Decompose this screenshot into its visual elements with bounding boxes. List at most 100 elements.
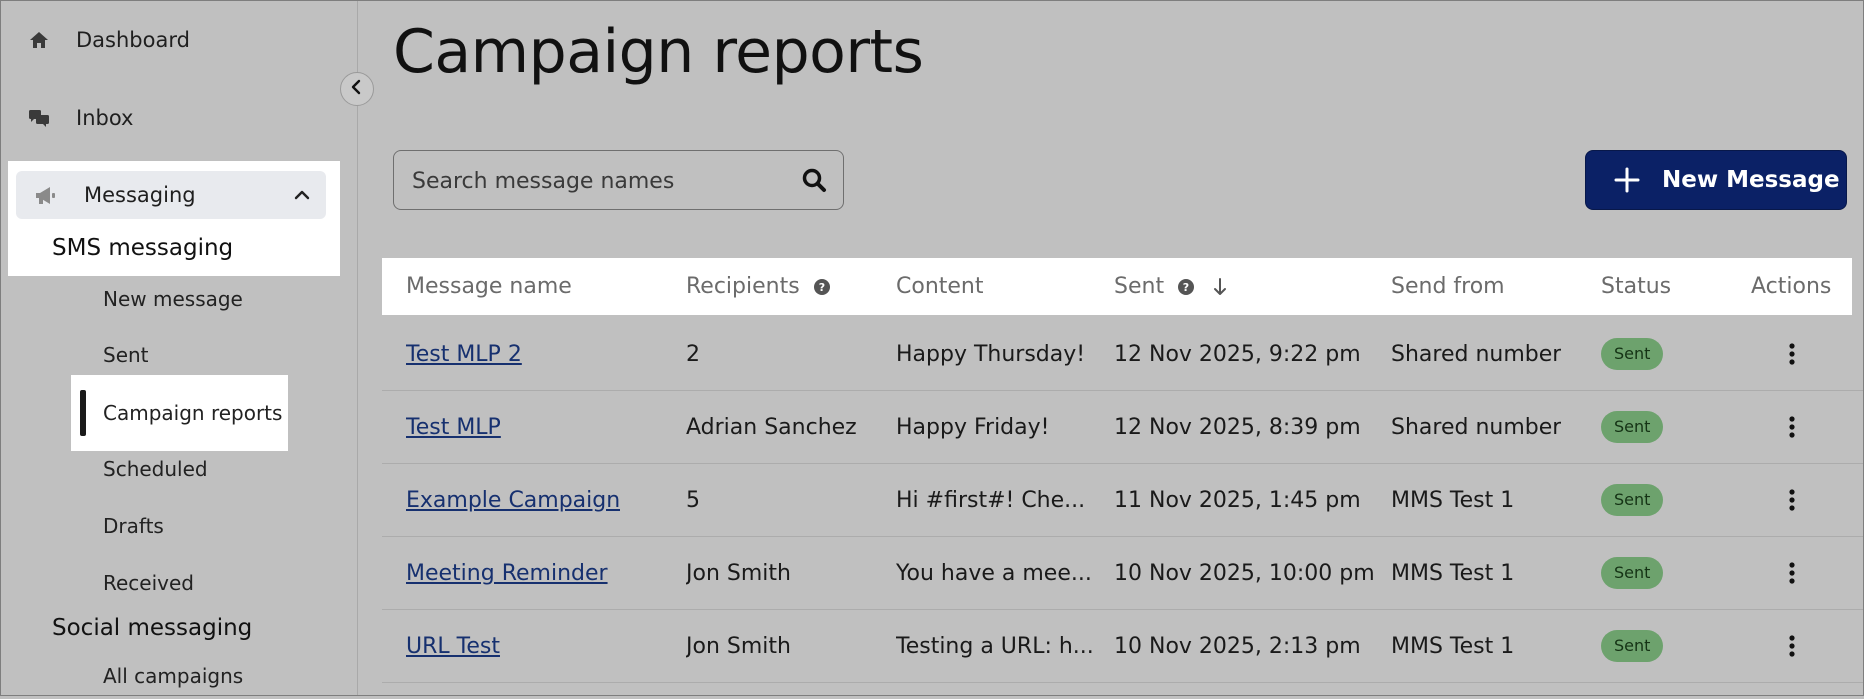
sidebar-item-all-campaigns[interactable]: All campaigns [0, 653, 357, 699]
sidebar-item-scheduled[interactable]: Scheduled [0, 446, 357, 492]
column-header-send-from[interactable]: Send from [1391, 258, 1505, 315]
message-name-link[interactable]: Example Campaign [406, 488, 620, 513]
recipients-cell: 2 [686, 341, 700, 367]
message-name-cell: URL Test [406, 610, 500, 682]
message-name-link[interactable]: Meeting Reminder [406, 561, 608, 586]
column-header-sent[interactable]: Sent ? [1114, 258, 1228, 315]
column-header-recipients[interactable]: Recipients ? [686, 258, 830, 315]
send-from-cell: MMS Test 1 [1391, 560, 1515, 586]
sidebar-item-messaging[interactable]: Messaging [16, 171, 326, 219]
page-title: Campaign reports [393, 17, 924, 87]
sidebar-item-sent[interactable]: Sent [0, 332, 357, 378]
message-name-link[interactable]: URL Test [406, 634, 500, 659]
table-row: Test MLP 2 2 Happy Thursday! 12 Nov 2025… [382, 318, 1864, 391]
content-cell: Happy Friday! [896, 414, 1050, 440]
header-label: Send from [1391, 274, 1505, 299]
actions-cell [1780, 391, 1804, 463]
message-name-cell: Example Campaign [406, 464, 620, 536]
actions-cell [1780, 537, 1804, 609]
search-icon[interactable] [801, 167, 827, 193]
status-badge: Sent [1601, 484, 1664, 516]
message-name-cell: Meeting Reminder [406, 537, 608, 609]
header-label: Message name [406, 274, 572, 299]
header-label: Actions [1751, 274, 1832, 299]
sidebar-item-label: Drafts [103, 514, 164, 538]
send-from-cell: MMS Test 1 [1391, 487, 1515, 513]
send-from-cell: Shared number [1391, 414, 1562, 440]
search-input[interactable] [410, 151, 784, 211]
status-badge: Sent [1601, 338, 1664, 370]
status-badge: Sent [1601, 557, 1664, 589]
status-cell: Sent [1601, 391, 1664, 463]
sidebar-item-label: Dashboard [76, 28, 190, 52]
send-from-cell: MMS Test 1 [1391, 633, 1515, 659]
column-header-actions: Actions [1751, 258, 1831, 315]
content-cell: Hi #first#! Che... [896, 487, 1086, 513]
table-row: URL Test Jon Smith Testing a URL: h... 1… [382, 610, 1864, 683]
sidebar-item-received[interactable]: Received [0, 560, 357, 606]
sms-messaging-heading: SMS messaging [52, 235, 234, 261]
more-actions-icon[interactable] [1780, 338, 1804, 370]
help-icon[interactable]: ? [813, 278, 830, 295]
header-label: Sent [1114, 274, 1165, 299]
sidebar-item-label: Messaging [84, 183, 196, 207]
actions-cell [1780, 610, 1804, 682]
more-actions-icon[interactable] [1780, 630, 1804, 662]
column-header-content[interactable]: Content [896, 258, 984, 315]
status-cell: Sent [1601, 318, 1664, 390]
active-indicator [80, 390, 86, 436]
message-name-cell: Test MLP [406, 391, 501, 463]
plus-icon [1614, 167, 1640, 193]
chevron-left-icon [349, 79, 365, 99]
more-actions-icon[interactable] [1780, 411, 1804, 443]
table-row: Example Campaign 5 Hi #first#! Che... 11… [382, 464, 1864, 537]
collapse-sidebar-button[interactable] [340, 72, 374, 106]
status-badge: Sent [1601, 630, 1664, 662]
message-name-cell: Test MLP 2 [406, 318, 522, 390]
new-message-label: New Message [1662, 167, 1840, 193]
sent-cell: 10 Nov 2025, 2:13 pm [1114, 633, 1361, 659]
content-cell: You have a mee... [896, 560, 1092, 586]
sidebar-item-label: Received [103, 571, 194, 595]
table-row: Meeting Reminder Jon Smith You have a me… [382, 537, 1864, 610]
more-actions-icon[interactable] [1780, 557, 1804, 589]
sent-cell: 11 Nov 2025, 1:45 pm [1114, 487, 1361, 513]
recipients-cell: Adrian Sanchez [686, 414, 857, 440]
actions-cell [1780, 464, 1804, 536]
header-label: Status [1601, 274, 1672, 299]
message-name-link[interactable]: Test MLP [406, 415, 501, 440]
search-box [393, 150, 844, 211]
status-badge: Sent [1601, 411, 1664, 443]
sent-cell: 12 Nov 2025, 9:22 pm [1114, 341, 1361, 367]
sidebar: Dashboard Inbox Messaging SMS messaging … [0, 0, 358, 696]
home-icon [28, 29, 50, 51]
sent-cell: 12 Nov 2025, 8:39 pm [1114, 414, 1361, 440]
column-header-message-name[interactable]: Message name [406, 258, 572, 315]
chevron-up-icon[interactable] [292, 185, 312, 205]
help-icon[interactable]: ? [1178, 278, 1195, 295]
message-name-link[interactable]: Test MLP 2 [406, 342, 522, 367]
header-label: Content [896, 274, 984, 299]
sidebar-item-new-message[interactable]: New message [0, 276, 357, 322]
sidebar-item-label: Sent [103, 343, 149, 367]
column-header-status[interactable]: Status [1601, 258, 1671, 315]
more-actions-icon[interactable] [1780, 484, 1804, 516]
megaphone-icon [34, 184, 58, 206]
recipients-cell: 5 [686, 487, 700, 513]
status-cell: Sent [1601, 464, 1664, 536]
svg-text:?: ? [818, 281, 824, 294]
content-cell: Testing a URL: h... [896, 633, 1094, 659]
actions-cell [1780, 318, 1804, 390]
new-message-button[interactable]: New Message [1585, 150, 1847, 210]
sidebar-item-label: Scheduled [103, 457, 208, 481]
sidebar-item-campaign-reports[interactable]: Campaign reports [71, 375, 288, 451]
content-cell: Happy Thursday! [896, 341, 1086, 367]
table-row: Test MLP Adrian Sanchez Happy Friday! 12… [382, 391, 1864, 464]
sidebar-item-drafts[interactable]: Drafts [0, 503, 357, 549]
sidebar-item-inbox[interactable]: Inbox [0, 92, 357, 144]
sort-descending-icon[interactable] [1212, 277, 1228, 297]
social-messaging-heading: Social messaging [52, 615, 253, 641]
sidebar-item-dashboard[interactable]: Dashboard [0, 14, 357, 66]
sidebar-item-label: New message [103, 287, 243, 311]
status-cell: Sent [1601, 537, 1664, 609]
